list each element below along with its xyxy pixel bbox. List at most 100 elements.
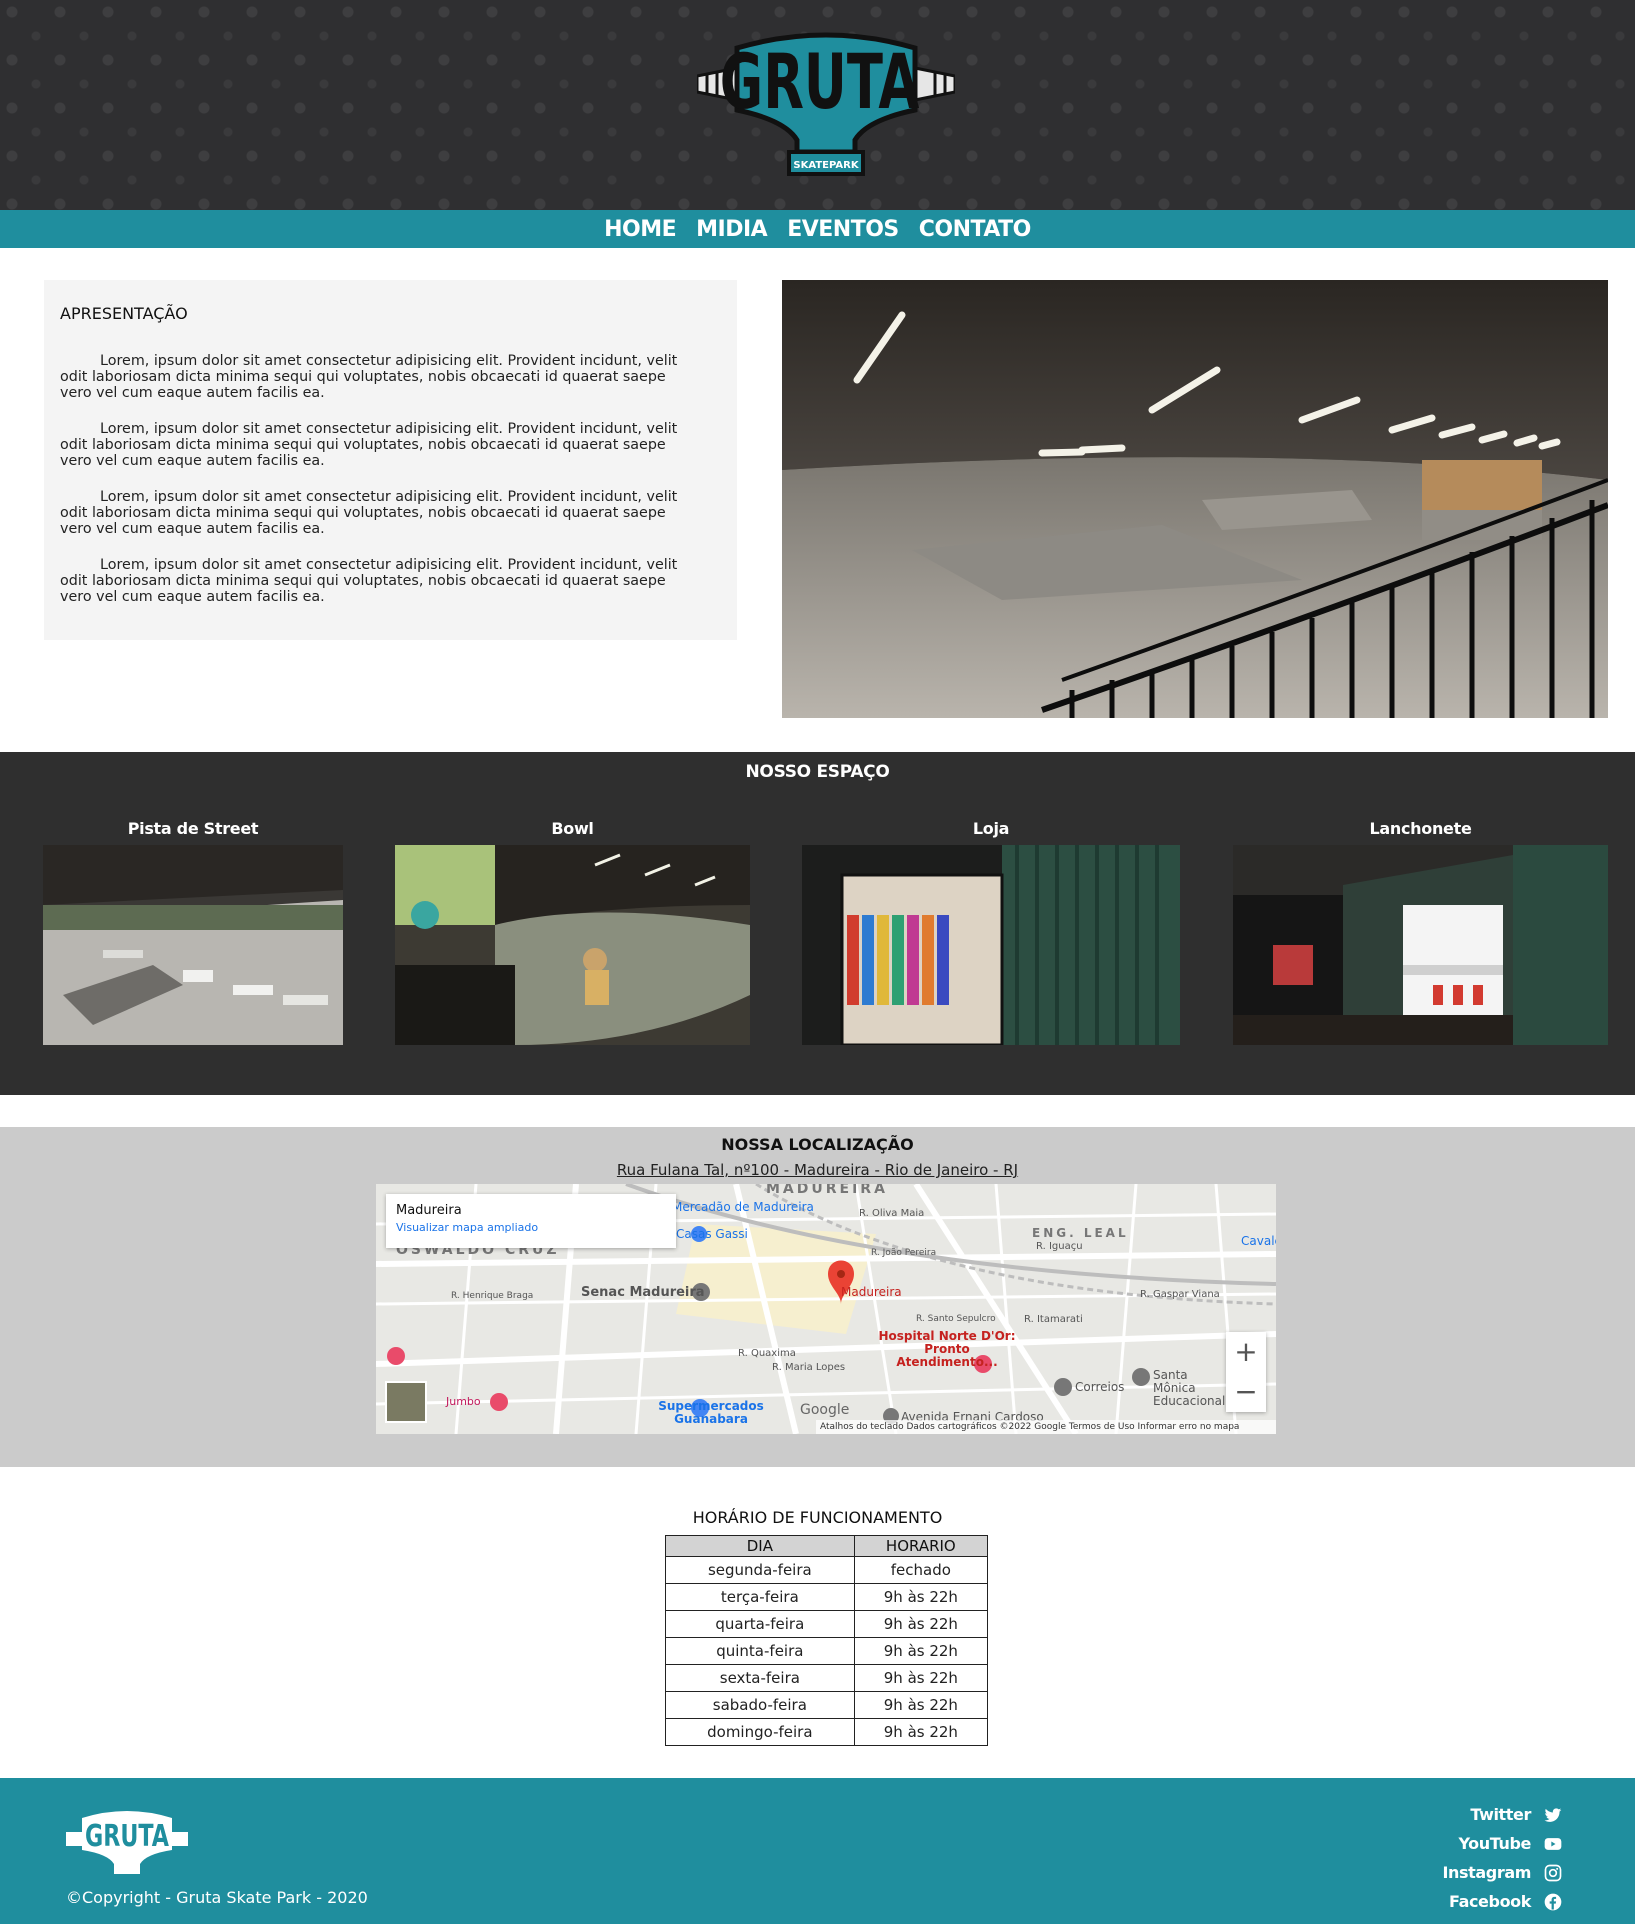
- gruta-logo[interactable]: GRUTA SKATEPARK: [697, 28, 955, 180]
- footer-gruta-logo[interactable]: GRUTA: [66, 1808, 188, 1880]
- map-label: Correios: [1075, 1380, 1125, 1394]
- card-bowl[interactable]: Bowl: [395, 819, 750, 1045]
- zoom-out-button[interactable]: −: [1226, 1372, 1266, 1412]
- social-youtube[interactable]: YouTube: [1363, 1829, 1563, 1858]
- table-row: sexta-feira 9h às 22h: [665, 1664, 989, 1692]
- google-logo: Google: [800, 1402, 850, 1418]
- card-pista-de-street[interactable]: Pista de Street: [43, 819, 343, 1045]
- map-label: R. Henrique Braga: [451, 1291, 534, 1301]
- svg-text:GRUTA: GRUTA: [85, 1819, 170, 1854]
- social-label[interactable]: Facebook: [1449, 1892, 1531, 1911]
- facebook-icon[interactable]: [1543, 1892, 1563, 1912]
- card-title: Lanchonete: [1369, 819, 1472, 838]
- zoom-in-button[interactable]: +: [1226, 1332, 1266, 1372]
- social-label[interactable]: YouTube: [1458, 1834, 1531, 1853]
- social-label[interactable]: Twitter: [1470, 1805, 1531, 1824]
- hours-cell: 9h às 22h: [853, 1664, 989, 1692]
- map-label: ENG. LEAL: [1032, 1226, 1129, 1240]
- social-facebook[interactable]: Facebook: [1363, 1887, 1563, 1916]
- map-label: Senac Madureira: [581, 1285, 705, 1300]
- map-label: Cavalcanti: [1241, 1234, 1276, 1248]
- hours-cell: 9h às 22h: [853, 1610, 989, 1638]
- map-label: Hospital Norte D'Or: Pronto Atendimento.…: [878, 1329, 1016, 1369]
- hours-cell: 9h às 22h: [853, 1583, 989, 1611]
- header-dia: DIA: [665, 1535, 855, 1557]
- apresentacao-title: APRESENTAÇÃO: [60, 304, 188, 323]
- hours-cell: 9h às 22h: [853, 1691, 989, 1719]
- card-title: Pista de Street: [127, 819, 259, 838]
- map-label: Casas Gassi: [676, 1227, 748, 1241]
- map-label: Santa Mônica Educacional: [1153, 1368, 1226, 1408]
- footer: GRUTA ©Copyright - Gruta Skate Park - 20…: [0, 1778, 1635, 1924]
- main-nav: HOME MIDIA EVENTOS CONTATO: [0, 210, 1635, 248]
- map-zoom-control: + −: [1226, 1332, 1266, 1412]
- address-link[interactable]: Rua Fulana Tal, nº100 - Madureira - Rio …: [0, 1161, 1635, 1179]
- map-label: R. Oliva Maia: [859, 1208, 925, 1219]
- svg-text:GRUTA: GRUTA: [720, 38, 920, 126]
- twitter-icon[interactable]: [1543, 1805, 1563, 1825]
- localizacao-title: NOSSA LOCALIZAÇÃO: [721, 1135, 914, 1154]
- map-label: Jumbo: [446, 1395, 481, 1408]
- header-horario: HORARIO: [853, 1535, 989, 1557]
- map-label: R. João Pereira: [871, 1248, 937, 1258]
- nav-home[interactable]: HOME: [604, 217, 677, 242]
- day-cell: sabado-feira: [665, 1691, 855, 1719]
- table-row: quarta-feira 9h às 22h: [665, 1610, 989, 1638]
- day-cell: quarta-feira: [665, 1610, 855, 1638]
- map-attribution[interactable]: Atalhos do teclado Dados cartográficos ©…: [816, 1420, 1276, 1434]
- svg-text:SKATEPARK: SKATEPARK: [793, 160, 859, 171]
- header: GRUTA SKATEPARK: [0, 0, 1635, 210]
- hours-cell: fechado: [853, 1556, 989, 1584]
- bowl-image: [395, 845, 750, 1045]
- view-larger-map-link[interactable]: Visualizar mapa ampliado: [396, 1221, 666, 1234]
- day-cell: terça-feira: [665, 1583, 855, 1611]
- card-loja[interactable]: Loja: [802, 819, 1180, 1047]
- pista-street-image: [43, 845, 343, 1045]
- map-label: MADUREIRA: [766, 1184, 888, 1197]
- table-row: quinta-feira 9h às 22h: [665, 1637, 989, 1665]
- instagram-icon[interactable]: [1543, 1863, 1563, 1883]
- table-row: sabado-feira 9h às 22h: [665, 1691, 989, 1719]
- horario-title: HORÁRIO DE FUNCIONAMENTO: [692, 1508, 943, 1527]
- copyright-text: ©Copyright - Gruta Skate Park - 2020: [66, 1888, 368, 1907]
- youtube-icon[interactable]: [1543, 1834, 1563, 1854]
- table-row: domingo-feira 9h às 22h: [665, 1718, 989, 1746]
- map-label: R. Iguaçu: [1036, 1241, 1083, 1252]
- map-label: R. Itamarati: [1024, 1314, 1083, 1325]
- localizacao-section: NOSSA LOCALIZAÇÃO Rua Fulana Tal, nº100 …: [0, 1127, 1635, 1467]
- social-twitter[interactable]: Twitter: [1363, 1800, 1563, 1829]
- day-cell: quinta-feira: [665, 1637, 855, 1665]
- table-header-row: DIA HORARIO: [665, 1535, 989, 1557]
- apresentacao-paragraph: Lorem, ipsum dolor sit amet consectetur …: [60, 489, 678, 537]
- map-label: Mercadão de Madureira: [672, 1200, 814, 1214]
- map-place-name: Madureira: [396, 1203, 462, 1218]
- loja-image: [802, 845, 1180, 1047]
- nav-contato[interactable]: CONTATO: [919, 217, 1032, 242]
- google-map[interactable]: MADUREIRA OSWALDO CRUZ ENG. LEAL Mercadã…: [376, 1184, 1276, 1434]
- hours-cell: 9h às 22h: [853, 1637, 989, 1665]
- table-row: segunda-feira fechado: [665, 1556, 989, 1584]
- card-title: Loja: [972, 819, 1010, 838]
- nosso-espaco-section: NOSSO ESPAÇO Pista de Street Bowl Loja L…: [0, 752, 1635, 1095]
- social-links: Twitter YouTube Instagram Facebook: [1363, 1800, 1563, 1916]
- day-cell: domingo-feira: [665, 1718, 855, 1746]
- skatepark-hero-image: [782, 280, 1608, 718]
- apresentacao-box: APRESENTAÇÃO Lorem, ipsum dolor sit amet…: [44, 280, 737, 640]
- table-row: terça-feira 9h às 22h: [665, 1583, 989, 1611]
- espaco-title: NOSSO ESPAÇO: [745, 762, 890, 782]
- card-title: Bowl: [551, 819, 594, 838]
- apresentacao-paragraph: Lorem, ipsum dolor sit amet consectetur …: [60, 421, 678, 469]
- lanchonete-image: [1233, 845, 1608, 1045]
- card-lanchonete[interactable]: Lanchonete: [1233, 819, 1608, 1045]
- day-cell: sexta-feira: [665, 1664, 855, 1692]
- map-label: R. Santo Sepulcro: [916, 1314, 996, 1324]
- social-label[interactable]: Instagram: [1442, 1863, 1531, 1882]
- nav-midia[interactable]: MIDIA: [696, 217, 768, 242]
- map-label: R. Gaspar Viana: [1140, 1289, 1220, 1300]
- nav-eventos[interactable]: EVENTOS: [787, 217, 899, 242]
- map-label: R. Maria Lopes: [772, 1362, 846, 1373]
- map-label: Supermercados Guanabara: [658, 1399, 764, 1426]
- map-label: R. Quaxima: [738, 1348, 796, 1359]
- hours-cell: 9h às 22h: [853, 1718, 989, 1746]
- social-instagram[interactable]: Instagram: [1363, 1858, 1563, 1887]
